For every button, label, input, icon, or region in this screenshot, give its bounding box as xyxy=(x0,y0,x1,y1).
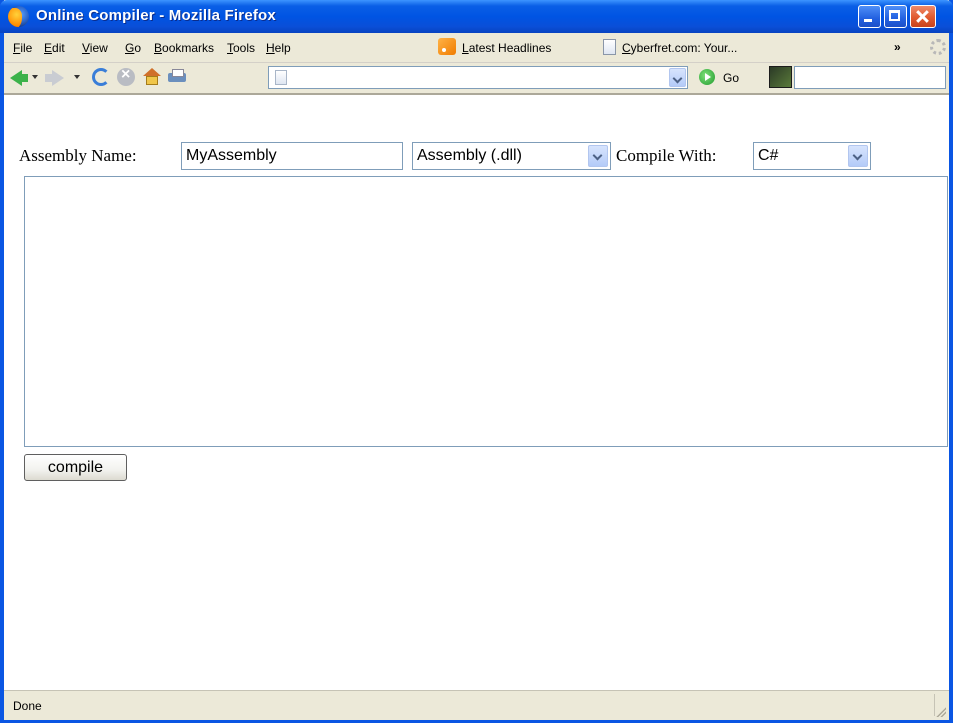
throbber-icon xyxy=(930,39,946,55)
navigation-toolbar: Go xyxy=(4,63,949,94)
go-button[interactable]: Go xyxy=(723,71,739,85)
source-code-textarea[interactable] xyxy=(25,177,947,446)
menu-file[interactable]: File xyxy=(13,41,32,55)
compile-with-label: Compile With: xyxy=(616,146,717,165)
search-engine-icon[interactable] xyxy=(769,66,792,88)
print-icon[interactable] xyxy=(168,68,186,86)
bookmarks-overflow-button[interactable]: » xyxy=(894,40,901,54)
forward-history-dropdown-icon[interactable] xyxy=(74,75,80,79)
rss-feed-icon[interactable] xyxy=(438,38,456,55)
assembly-name-field[interactable] xyxy=(181,142,403,170)
maximize-button[interactable] xyxy=(884,5,907,28)
menu-view[interactable]: View xyxy=(82,41,108,55)
bookmark-latest-headlines[interactable]: Latest Headlines xyxy=(462,41,551,55)
stop-icon[interactable] xyxy=(117,66,135,86)
output-type-select[interactable]: Assembly (.dll) xyxy=(412,142,611,170)
home-icon[interactable] xyxy=(143,68,161,86)
bookmark-cyberfret[interactable]: Cyberfret.com: Your... xyxy=(622,41,737,55)
menu-edit[interactable]: Edit xyxy=(44,41,65,55)
forward-arrow-icon[interactable] xyxy=(45,70,64,86)
minimize-button[interactable] xyxy=(858,5,881,28)
close-button[interactable] xyxy=(910,5,936,28)
menu-go[interactable]: Go xyxy=(125,41,141,55)
assembly-name-input[interactable] xyxy=(186,143,402,169)
search-input[interactable] xyxy=(794,66,946,89)
page-icon xyxy=(275,70,287,85)
output-type-selected-value: Assembly (.dll) xyxy=(417,147,522,164)
firefox-logo-icon xyxy=(8,6,29,27)
back-arrow-icon[interactable] xyxy=(10,70,28,86)
url-bar[interactable] xyxy=(268,66,688,89)
title-bar[interactable]: Online Compiler - Mozilla Firefox xyxy=(0,0,953,33)
url-history-dropdown-button[interactable] xyxy=(669,68,686,87)
page-icon xyxy=(603,39,616,55)
status-divider xyxy=(934,694,935,716)
status-bar: Done xyxy=(4,690,949,720)
source-code-area[interactable] xyxy=(24,176,948,447)
window-title: Online Compiler - Mozilla Firefox xyxy=(36,7,276,24)
back-history-dropdown-icon[interactable] xyxy=(32,75,38,79)
chevron-down-icon[interactable] xyxy=(848,145,868,167)
browser-window: Online Compiler - Mozilla Firefox File E… xyxy=(0,0,953,723)
compile-button[interactable]: compile xyxy=(24,454,127,481)
resize-grip-icon[interactable] xyxy=(936,707,946,717)
reload-icon[interactable] xyxy=(92,68,110,86)
language-selected-value: C# xyxy=(758,147,779,164)
menu-bar: File Edit View Go Bookmarks Tools Help L… xyxy=(4,33,949,63)
url-input[interactable] xyxy=(295,69,655,86)
menu-help[interactable]: Help xyxy=(266,41,291,55)
assembly-name-label: Assembly Name: xyxy=(19,146,137,165)
menu-tools[interactable]: Tools xyxy=(227,41,255,55)
chevron-down-icon[interactable] xyxy=(588,145,608,167)
language-select[interactable]: C# xyxy=(753,142,871,170)
go-arrow-icon[interactable] xyxy=(699,69,715,85)
status-text: Done xyxy=(13,699,42,713)
menu-bookmarks[interactable]: Bookmarks xyxy=(154,41,214,55)
